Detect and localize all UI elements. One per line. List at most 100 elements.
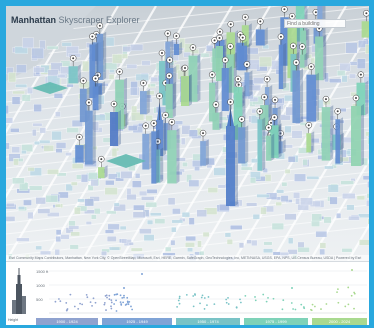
scatter-point[interactable]: [130, 305, 132, 308]
skyscraper[interactable]: [306, 74, 317, 122]
skyscraper[interactable]: [200, 141, 206, 166]
skyscraper[interactable]: [306, 133, 312, 153]
scatter-point[interactable]: [110, 299, 113, 302]
scatter-point[interactable]: [207, 296, 210, 298]
scatter-point[interactable]: [225, 298, 228, 301]
skyscraper[interactable]: [321, 107, 331, 161]
height-scatter-plot[interactable]: 1500 ft 1000 500: [34, 264, 367, 316]
scatter-point[interactable]: [91, 304, 93, 307]
scatter-point[interactable]: [201, 294, 204, 297]
scatter-point[interactable]: [176, 306, 178, 308]
scatter-point[interactable]: [126, 296, 129, 299]
scatter-point[interactable]: [123, 287, 125, 289]
scatter-point[interactable]: [267, 296, 269, 299]
scatter-point[interactable]: [177, 299, 180, 302]
scatter-point[interactable]: [79, 302, 81, 305]
scatter-point[interactable]: [103, 301, 106, 304]
skyscraper[interactable]: [181, 76, 189, 106]
skyscraper[interactable]: [151, 131, 157, 184]
scatter-point[interactable]: [300, 303, 303, 306]
scatter-point[interactable]: [141, 273, 143, 275]
scatter-point[interactable]: [185, 293, 188, 296]
skyscraper[interactable]: [68, 66, 78, 84]
scatter-point[interactable]: [106, 296, 108, 299]
scatter-point[interactable]: [337, 288, 339, 291]
scatter-point[interactable]: [131, 308, 134, 311]
scatter-point[interactable]: [113, 303, 116, 305]
scatter-point[interactable]: [65, 302, 68, 304]
era-1900-1924-button[interactable]: 1900 - 1924: [36, 318, 98, 325]
scatter-point[interactable]: [123, 294, 125, 297]
scatter-point[interactable]: [110, 307, 113, 310]
scatter-point[interactable]: [105, 309, 107, 311]
scatter-point[interactable]: [239, 301, 242, 304]
scatter-point[interactable]: [262, 293, 265, 296]
scatter-point[interactable]: [127, 303, 130, 306]
scatter-point[interactable]: [200, 296, 203, 299]
scatter-point[interactable]: [272, 297, 275, 300]
skyscraper[interactable]: [266, 135, 272, 161]
scatter-point[interactable]: [303, 307, 306, 310]
scatter-point[interactable]: [89, 301, 92, 304]
scatter-point[interactable]: [353, 291, 356, 294]
skyscraper[interactable]: [212, 112, 220, 130]
scatter-point[interactable]: [178, 297, 181, 300]
scatter-point[interactable]: [69, 293, 72, 296]
scatter-point[interactable]: [291, 287, 293, 289]
scatter-point[interactable]: [320, 308, 322, 310]
skyscraper[interactable]: [238, 127, 246, 164]
skyscraper[interactable]: [300, 54, 305, 68]
scatter-point[interactable]: [59, 300, 62, 303]
scatter-point[interactable]: [310, 309, 313, 312]
scatter-point[interactable]: [123, 296, 125, 299]
skyscraper[interactable]: [351, 106, 361, 166]
skyscraper[interactable]: [140, 91, 147, 115]
scatter-point[interactable]: [350, 294, 353, 297]
skyscraper[interactable]: [278, 44, 284, 90]
skyscraper[interactable]: [292, 70, 301, 123]
skyscraper[interactable]: [98, 167, 105, 179]
skyscraper[interactable]: [75, 145, 84, 163]
scatter-point[interactable]: [254, 299, 257, 302]
map-3d-view[interactable]: Manhattan Skyscraper Explorer Esri Commu…: [6, 6, 369, 261]
scatter-point[interactable]: [86, 296, 89, 299]
scatter-point[interactable]: [194, 294, 196, 296]
scatter-point[interactable]: [314, 305, 316, 308]
scatter-point[interactable]: [119, 294, 122, 297]
city-scene[interactable]: [6, 6, 369, 261]
skyscraper[interactable]: [315, 36, 324, 81]
scatter-point[interactable]: [225, 301, 228, 304]
scatter-point[interactable]: [120, 304, 123, 306]
scatter-point[interactable]: [115, 299, 117, 302]
skyscraper[interactable]: [361, 21, 369, 38]
era-1950-1974-button[interactable]: 1950 - 1974: [176, 318, 240, 325]
scatter-point[interactable]: [325, 303, 328, 305]
scatter-point[interactable]: [347, 286, 350, 289]
scatter-point[interactable]: [311, 303, 314, 306]
skyscraper[interactable]: [85, 110, 93, 165]
scatter-point[interactable]: [244, 294, 247, 297]
era-1975-1999-button[interactable]: 1975 - 1999: [244, 318, 308, 325]
scatter-point[interactable]: [336, 291, 338, 294]
scatter-point[interactable]: [103, 303, 106, 306]
scatter-point[interactable]: [73, 305, 76, 308]
scatter-point[interactable]: [178, 302, 181, 305]
scatter-point[interactable]: [113, 293, 116, 296]
scatter-point[interactable]: [239, 298, 241, 301]
scatter-point[interactable]: [290, 302, 293, 304]
scatter-point[interactable]: [203, 297, 206, 299]
era-1925-1949-button[interactable]: 1925 - 1949: [102, 318, 172, 325]
scatter-point[interactable]: [121, 296, 124, 299]
scatter-point[interactable]: [294, 308, 297, 311]
scatter-point[interactable]: [337, 301, 340, 304]
scatter-point[interactable]: [108, 298, 111, 301]
scatter-point[interactable]: [254, 296, 256, 298]
skyscraper[interactable]: [221, 68, 229, 112]
scatter-point[interactable]: [206, 304, 208, 307]
skyscraper[interactable]: [173, 43, 180, 56]
scatter-point[interactable]: [344, 305, 347, 308]
scatter-point[interactable]: [192, 295, 195, 297]
era-2000-2024-button[interactable]: 2000 - 2024: [312, 318, 367, 325]
scatter-point[interactable]: [77, 307, 80, 310]
scatter-point[interactable]: [81, 303, 84, 306]
